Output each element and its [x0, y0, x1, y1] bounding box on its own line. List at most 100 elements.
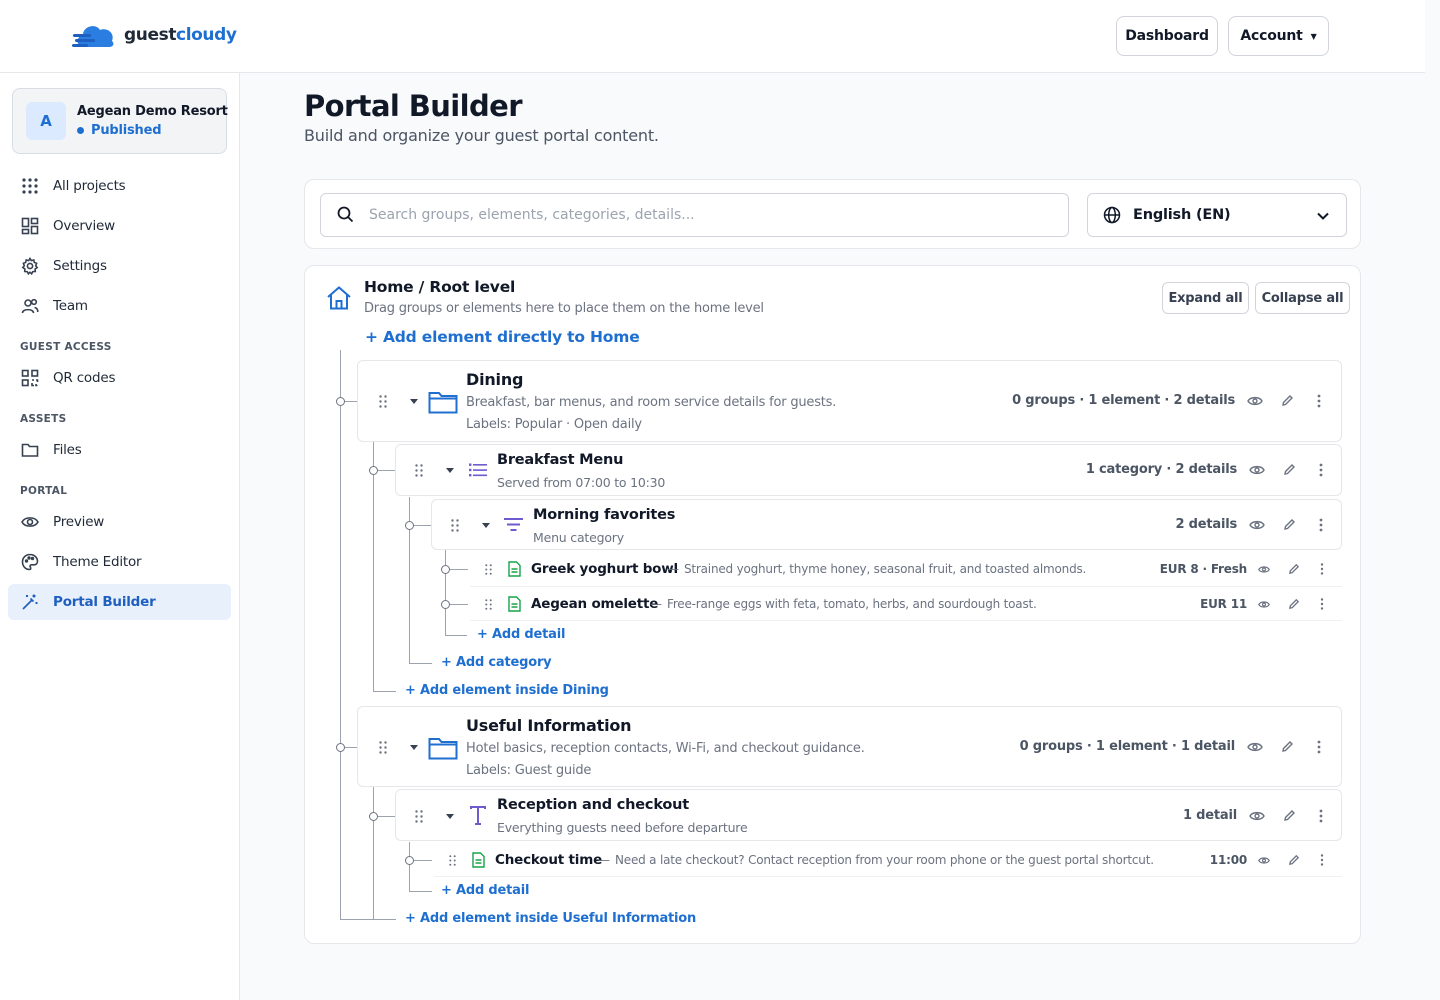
sidebar-item-label: Settings [53, 258, 107, 274]
drag-handle-icon[interactable] [379, 741, 387, 754]
category-meta: 2 details [1175, 517, 1237, 532]
collapse-toggle-icon[interactable] [446, 814, 454, 819]
top-bar: guestcloudy Dashboard Account ▼ [0, 0, 1425, 73]
drag-handle-icon[interactable] [485, 599, 492, 610]
sidebar: A Aegean Demo Resort Published All proje… [0, 73, 240, 1000]
sidebar-item-portal-builder[interactable]: Portal Builder [8, 584, 231, 620]
collapse-toggle-icon[interactable] [446, 468, 454, 473]
collapse-all-button[interactable]: Collapse all [1255, 282, 1350, 314]
tree-connector [409, 891, 432, 892]
add-element-dining-link[interactable]: + Add element inside Dining [405, 683, 609, 698]
add-category-link[interactable]: + Add category [441, 655, 552, 670]
pencil-icon[interactable] [1288, 563, 1300, 575]
collapse-toggle-icon[interactable] [410, 399, 418, 404]
eye-icon [21, 513, 39, 531]
search-input[interactable] [320, 193, 1069, 237]
project-avatar: A [26, 102, 66, 140]
element-description: Served from 07:00 to 10:30 [497, 475, 666, 490]
drag-handle-icon[interactable] [415, 810, 423, 823]
element-meta: 1 category · 2 details [1085, 462, 1237, 477]
tree-connector [373, 691, 396, 692]
dashboard-button[interactable]: Dashboard [1116, 16, 1218, 56]
tree-connector [414, 860, 432, 861]
account-button[interactable]: Account ▼ [1228, 16, 1329, 56]
tree-node-dot [369, 466, 378, 475]
eye-icon[interactable] [1258, 600, 1270, 609]
project-card[interactable]: A Aegean Demo Resort Published [12, 88, 228, 154]
users-icon [21, 297, 39, 315]
sidebar-item-settings[interactable]: Settings [8, 248, 231, 284]
section-label-assets: ASSETS [20, 413, 67, 425]
tree-node-dot [405, 521, 414, 530]
detail-separator: — [667, 562, 679, 576]
collapse-toggle-icon[interactable] [482, 523, 490, 528]
sidebar-item-label: Theme Editor [53, 554, 142, 570]
add-element-home-link[interactable]: + Add element directly to Home [365, 328, 640, 346]
more-vertical-icon[interactable] [1319, 463, 1323, 477]
drag-handle-icon[interactable] [449, 855, 456, 866]
tree-connector [414, 525, 432, 526]
eye-icon[interactable] [1249, 519, 1265, 531]
cloud-logo-icon [72, 20, 116, 50]
expand-all-button[interactable]: Expand all [1162, 282, 1249, 314]
more-vertical-icon[interactable] [1319, 809, 1323, 823]
collapse-toggle-icon[interactable] [410, 745, 418, 750]
sidebar-item-qr-codes[interactable]: QR codes [8, 360, 231, 396]
add-detail-link[interactable]: + Add detail [477, 627, 565, 642]
document-icon [508, 561, 521, 577]
eye-icon[interactable] [1247, 741, 1263, 753]
tree-connector [445, 635, 467, 636]
sidebar-item-theme-editor[interactable]: Theme Editor [8, 544, 231, 580]
search-card: English (EN) [304, 179, 1361, 249]
drag-handle-icon[interactable] [415, 464, 423, 477]
detail-description: Strained yoghurt, thyme honey, seasonal … [684, 562, 1087, 576]
section-label-portal: PORTAL [20, 485, 68, 497]
more-vertical-icon[interactable] [1320, 854, 1324, 866]
tree-connector [450, 569, 468, 570]
page-subtitle: Build and organize your guest portal con… [304, 126, 659, 145]
sidebar-item-files[interactable]: Files [8, 432, 231, 468]
drag-handle-icon[interactable] [485, 564, 492, 575]
filter-icon [504, 518, 523, 531]
more-vertical-icon[interactable] [1317, 740, 1321, 754]
status-badge: Published [77, 123, 162, 138]
sidebar-item-all-projects[interactable]: All projects [8, 168, 231, 204]
add-detail-link[interactable]: + Add detail [441, 883, 529, 898]
eye-icon[interactable] [1247, 395, 1263, 407]
more-vertical-icon[interactable] [1317, 394, 1321, 408]
tree-connector [340, 919, 396, 920]
drag-handle-icon[interactable] [451, 519, 459, 532]
more-vertical-icon[interactable] [1320, 598, 1324, 610]
eye-icon[interactable] [1249, 810, 1265, 822]
drag-handle-icon[interactable] [379, 395, 387, 408]
logo[interactable]: guestcloudy [72, 20, 237, 50]
add-element-useful-link[interactable]: + Add element inside Useful Information [405, 911, 696, 926]
group-meta: 0 groups · 1 element · 1 detail [1019, 739, 1236, 754]
folder-icon [428, 390, 458, 414]
project-name: Aegean Demo Resort [77, 104, 228, 119]
pencil-icon[interactable] [1281, 740, 1294, 753]
sidebar-item-team[interactable]: Team [8, 288, 231, 324]
home-icon [326, 285, 352, 311]
pencil-icon[interactable] [1288, 854, 1300, 866]
sidebar-item-overview[interactable]: Overview [8, 208, 231, 244]
grid-dots-icon [21, 177, 39, 195]
more-vertical-icon[interactable] [1320, 563, 1324, 575]
tree-connector [450, 604, 468, 605]
status-dot [77, 127, 84, 134]
sidebar-item-preview[interactable]: Preview [8, 504, 231, 540]
pencil-icon[interactable] [1281, 394, 1294, 407]
caret-down-icon: ▼ [1310, 31, 1317, 41]
pencil-icon[interactable] [1283, 518, 1296, 531]
more-vertical-icon[interactable] [1319, 518, 1323, 532]
pencil-icon[interactable] [1283, 809, 1296, 822]
chevron-down-icon [1316, 209, 1330, 223]
pencil-icon[interactable] [1288, 598, 1300, 610]
pencil-icon[interactable] [1283, 463, 1296, 476]
element-title: Breakfast Menu [497, 452, 624, 468]
eye-icon[interactable] [1258, 856, 1270, 865]
language-select[interactable]: English (EN) [1087, 193, 1347, 237]
detail-meta: 11:00 [1209, 853, 1247, 867]
eye-icon[interactable] [1258, 565, 1270, 574]
eye-icon[interactable] [1249, 464, 1265, 476]
